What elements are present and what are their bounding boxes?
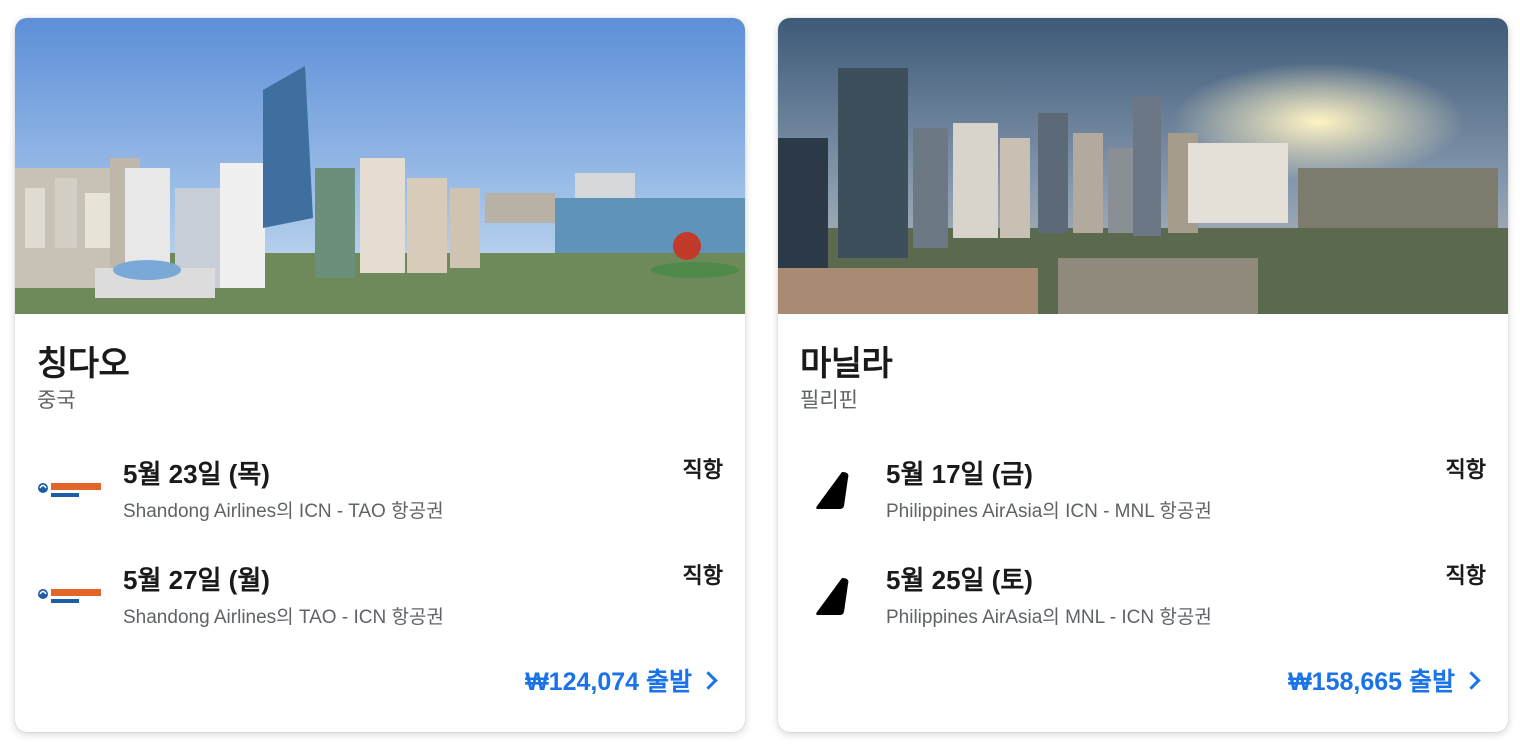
- flight-date: 5월 23일 (목): [123, 459, 270, 489]
- flight-type: 직항: [682, 457, 723, 482]
- shandong-airlines-logo: [33, 574, 109, 618]
- flight-description: Shandong Airlines의 ICN - TAO 항공권: [123, 501, 444, 522]
- flight-description: Philippines AirAsia의 ICN - MNL 항공권: [886, 501, 1212, 522]
- price-text: ₩124,074 출발: [525, 668, 692, 696]
- airasia-tail-logo: [796, 468, 872, 512]
- destination-card-manila[interactable]: 마닐라 필리핀 5월 17일 (금) Philippines AirAsia의 …: [778, 18, 1508, 732]
- flight-date: 5월 17일 (금): [886, 459, 1033, 489]
- flight-row-outbound[interactable]: 5월 17일 (금) Philippines AirAsia의 ICN - MN…: [778, 448, 1508, 528]
- flight-date: 5월 27일 (월): [123, 565, 270, 595]
- airasia-tail-logo: [796, 574, 872, 618]
- destination-photo: [778, 18, 1508, 314]
- city-name: 칭다오: [37, 345, 130, 383]
- chevron-right-icon: [699, 670, 718, 690]
- country-name: 중국: [37, 389, 76, 412]
- flight-row-outbound[interactable]: 5월 23일 (목) Shandong Airlines의 ICN - TAO …: [15, 448, 745, 528]
- flight-type: 직항: [1445, 457, 1486, 482]
- flight-type: 직항: [1445, 563, 1486, 588]
- flight-row-return[interactable]: 5월 25일 (토) Philippines AirAsia의 MNL - IC…: [778, 554, 1508, 634]
- chevron-right-icon: [1462, 670, 1481, 690]
- price-link[interactable]: ₩158,665 출발: [1288, 662, 1481, 698]
- flight-date: 5월 25일 (토): [886, 565, 1033, 595]
- price-text: ₩158,665 출발: [1288, 668, 1455, 696]
- destination-photo: [15, 18, 745, 314]
- shandong-airlines-logo: [33, 468, 109, 512]
- flight-row-return[interactable]: 5월 27일 (월) Shandong Airlines의 TAO - ICN …: [15, 554, 745, 634]
- flight-type: 직항: [682, 563, 723, 588]
- city-name: 마닐라: [800, 345, 893, 383]
- flight-description: Philippines AirAsia의 MNL - ICN 항공권: [886, 607, 1212, 628]
- price-link[interactable]: ₩124,074 출발: [525, 662, 718, 698]
- flight-description: Shandong Airlines의 TAO - ICN 항공권: [123, 607, 444, 628]
- country-name: 필리핀: [800, 389, 858, 412]
- destination-card-qingdao[interactable]: 칭다오 중국 5월 23일 (목) Shandong Airlines의 ICN…: [15, 18, 745, 732]
